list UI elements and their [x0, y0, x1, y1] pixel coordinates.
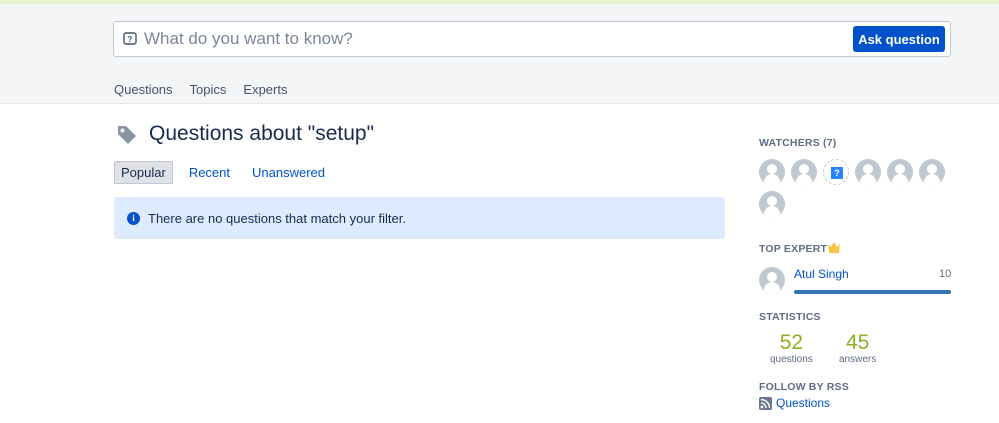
- main-nav: Questions Topics Experts: [114, 82, 287, 97]
- filter-tabs: Popular Recent Unanswered: [114, 161, 341, 184]
- stat-questions: 52 questions: [770, 331, 813, 365]
- stat-answers: 45 answers: [839, 331, 876, 365]
- nav-topics[interactable]: Topics: [190, 82, 227, 97]
- stat-value: 52: [779, 331, 804, 354]
- watcher-avatar[interactable]: [791, 159, 817, 185]
- svg-text:?: ?: [128, 35, 133, 44]
- watcher-avatar-unknown[interactable]: ?: [823, 159, 849, 185]
- header: ? Ask question Questions Topics Experts: [0, 4, 999, 104]
- expert-avatar[interactable]: [759, 267, 785, 293]
- watcher-avatar[interactable]: [855, 159, 881, 185]
- stat-value: 45: [845, 331, 870, 354]
- crown-icon: [828, 242, 840, 253]
- info-message: i There are no questions that match your…: [114, 197, 725, 239]
- expert-score-bar-fill: [794, 290, 951, 294]
- watcher-avatar[interactable]: [759, 191, 785, 217]
- stat-label: questions: [770, 354, 813, 365]
- search-input[interactable]: [144, 26, 844, 52]
- ask-question-button[interactable]: Ask question: [853, 26, 945, 52]
- expert-score-bar: [794, 290, 951, 294]
- statistics-heading: STATISTICS: [759, 311, 821, 323]
- filter-popular[interactable]: Popular: [114, 161, 173, 184]
- expert-score: 10: [939, 268, 952, 280]
- info-icon: i: [127, 211, 140, 225]
- info-text: There are no questions that match your f…: [148, 210, 406, 226]
- tag-icon: [118, 126, 136, 144]
- nav-questions[interactable]: Questions: [114, 82, 173, 97]
- top-expert-heading: TOP EXPERT: [759, 243, 828, 255]
- filter-recent[interactable]: Recent: [183, 162, 236, 183]
- filter-unanswered[interactable]: Unanswered: [246, 162, 331, 183]
- search-bar: ? Ask question: [113, 21, 951, 57]
- rss-questions-link[interactable]: Questions: [776, 396, 830, 410]
- nav-experts[interactable]: Experts: [243, 82, 287, 97]
- expert-name-link[interactable]: Atul Singh: [794, 267, 849, 281]
- watcher-avatar[interactable]: [759, 159, 785, 185]
- question-icon: ?: [123, 32, 137, 45]
- page-title: Questions about "setup": [149, 122, 375, 145]
- rss-icon[interactable]: [759, 397, 772, 410]
- unknown-user-icon: ?: [831, 167, 843, 179]
- watchers-heading: WATCHERS (7): [759, 137, 837, 149]
- watcher-avatar[interactable]: [919, 159, 945, 185]
- stat-label: answers: [839, 354, 877, 365]
- watcher-avatar[interactable]: [887, 159, 913, 185]
- rss-heading: FOLLOW BY RSS: [759, 381, 849, 393]
